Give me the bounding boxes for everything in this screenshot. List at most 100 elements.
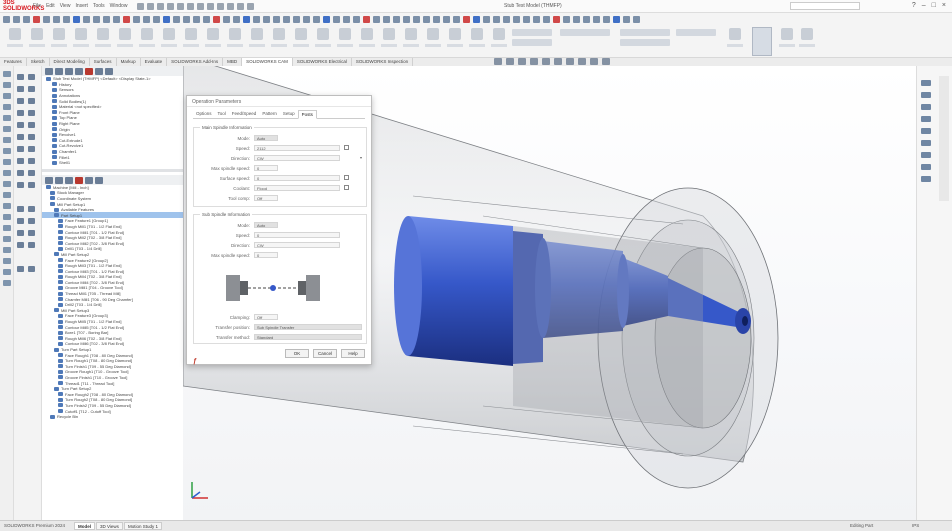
configuration-manager-tab-icon[interactable] [65,68,73,75]
tab-evaluate[interactable]: Evaluate [141,58,168,66]
ribbon-button[interactable] [358,28,376,55]
hide-show-icon[interactable] [566,58,574,65]
ribbon-button[interactable] [182,28,200,55]
ribbon-small-button[interactable] [512,29,552,36]
checkbox[interactable] [344,175,349,180]
file-explorer-icon[interactable] [921,104,931,110]
menu-edit[interactable]: Edit [46,3,55,9]
tab-features[interactable]: Features [0,58,27,66]
ribbon-button-active[interactable] [752,27,772,56]
feature-manager-tab-icon[interactable] [45,176,53,184]
tool-icon[interactable] [2,181,11,187]
toolbar-icon[interactable] [413,15,420,23]
toolbar-icon[interactable] [553,15,560,23]
toolbar-icon[interactable] [43,15,50,23]
open-icon[interactable] [147,2,155,10]
sketch-tool-icon[interactable] [28,230,35,236]
tool-icon[interactable] [2,93,11,99]
view-settings-icon[interactable] [602,58,610,65]
cam-operation-tree-tab-icon[interactable] [95,68,103,75]
menu-window[interactable]: Window [110,3,128,9]
toolbar-icon[interactable] [563,15,570,23]
design-library-icon[interactable] [921,92,931,98]
toolbar-icon[interactable] [623,15,630,23]
sketch-tool-icon[interactable] [28,146,35,152]
toolbar-icon[interactable] [113,15,120,23]
tool-icon[interactable] [2,203,11,209]
ribbon-button[interactable] [490,28,508,55]
sketch-tool-icon[interactable] [17,242,24,248]
toolbar-icon[interactable] [363,15,370,23]
toolbar-icon[interactable] [343,15,350,23]
cam-operation-tree-tab-icon[interactable] [85,176,93,184]
tab-posts[interactable]: Posts [297,110,317,119]
ribbon-button[interactable] [778,28,796,55]
toolbar-icon[interactable] [93,15,100,23]
toolbar-icon[interactable] [133,15,140,23]
checkbox[interactable] [344,185,349,190]
new-icon[interactable] [137,2,145,10]
sketch-tool-icon[interactable] [17,266,24,272]
toolbar-icon[interactable] [303,15,310,23]
menu-insert[interactable]: Insert [75,3,88,9]
tool-icon[interactable] [2,104,11,110]
toolbar-icon[interactable] [533,15,540,23]
options-icon[interactable] [207,2,215,10]
sketch-tool-icon[interactable] [28,158,35,164]
sketch-tool-icon[interactable] [28,134,35,140]
ribbon-button[interactable] [138,28,156,55]
ribbon-button[interactable] [798,28,816,55]
checkbox[interactable] [344,145,349,150]
spindle-mode-select[interactable]: Auto [254,135,278,141]
ribbon-button[interactable] [226,28,244,55]
coolant-select[interactable]: Flood [254,185,340,191]
cancel-button[interactable]: Cancel [313,349,337,358]
grid-icon[interactable] [237,2,245,10]
ribbon-button[interactable] [160,28,178,55]
surface-speed-field[interactable]: 0 [254,175,340,181]
tab-markup[interactable]: Markup [117,58,141,66]
toolbar-icon[interactable] [293,15,300,23]
tool-icon[interactable] [2,258,11,264]
toolbar-icon[interactable] [493,15,500,23]
sketch-tool-icon[interactable] [17,74,24,80]
tab-feed-speed[interactable]: Feed/Speed [229,110,260,118]
tool-icon[interactable] [2,214,11,220]
toolbar-icon[interactable] [613,15,620,23]
maximize-icon[interactable]: □ [932,2,936,9]
toolbar-icon[interactable] [173,15,180,23]
help-button[interactable]: Help [341,349,365,358]
toolbar-icon[interactable] [543,15,550,23]
toolbar-icon[interactable] [403,15,410,23]
ribbon-button[interactable] [380,28,398,55]
toolbar-icon[interactable] [483,15,490,23]
task-pane-scrollbar[interactable] [939,76,949,201]
tab-electrical[interactable]: SOLIDWORKS Electrical [293,58,352,66]
ribbon-small-button[interactable] [676,29,716,36]
toolbar-icon[interactable] [83,15,90,23]
sketch-tool-icon[interactable] [17,170,24,176]
ribbon-small-button[interactable] [620,39,670,46]
toolbar-icon[interactable] [33,15,40,23]
tab-pattern[interactable]: Pattern [259,110,280,118]
sub-spindle-speed-field[interactable]: 0 [254,232,340,238]
tab-inspection[interactable]: SOLIDWORKS Inspection [352,58,414,66]
previous-view-icon[interactable] [518,58,526,65]
zoom-fit-icon[interactable] [494,58,502,65]
toolbar-icon[interactable] [203,15,210,23]
close-icon[interactable]: × [942,2,946,9]
menu-view[interactable]: View [60,3,71,9]
property-manager-tab-icon[interactable] [55,68,63,75]
tool-icon[interactable] [2,148,11,154]
ribbon-button[interactable] [248,28,266,55]
sub-spindle-mode-select[interactable]: Auto [254,222,278,228]
toolbar-icon[interactable] [593,15,600,23]
tree-item[interactable]: Shell1 [42,160,183,166]
tool-icon[interactable] [2,192,11,198]
sketch-tool-icon[interactable] [28,170,35,176]
ribbon-button[interactable] [336,28,354,55]
toolbar-icon[interactable] [313,15,320,23]
toolbar-icon[interactable] [233,15,240,23]
tool-icon[interactable] [2,225,11,231]
view-orientation-icon[interactable] [542,58,550,65]
